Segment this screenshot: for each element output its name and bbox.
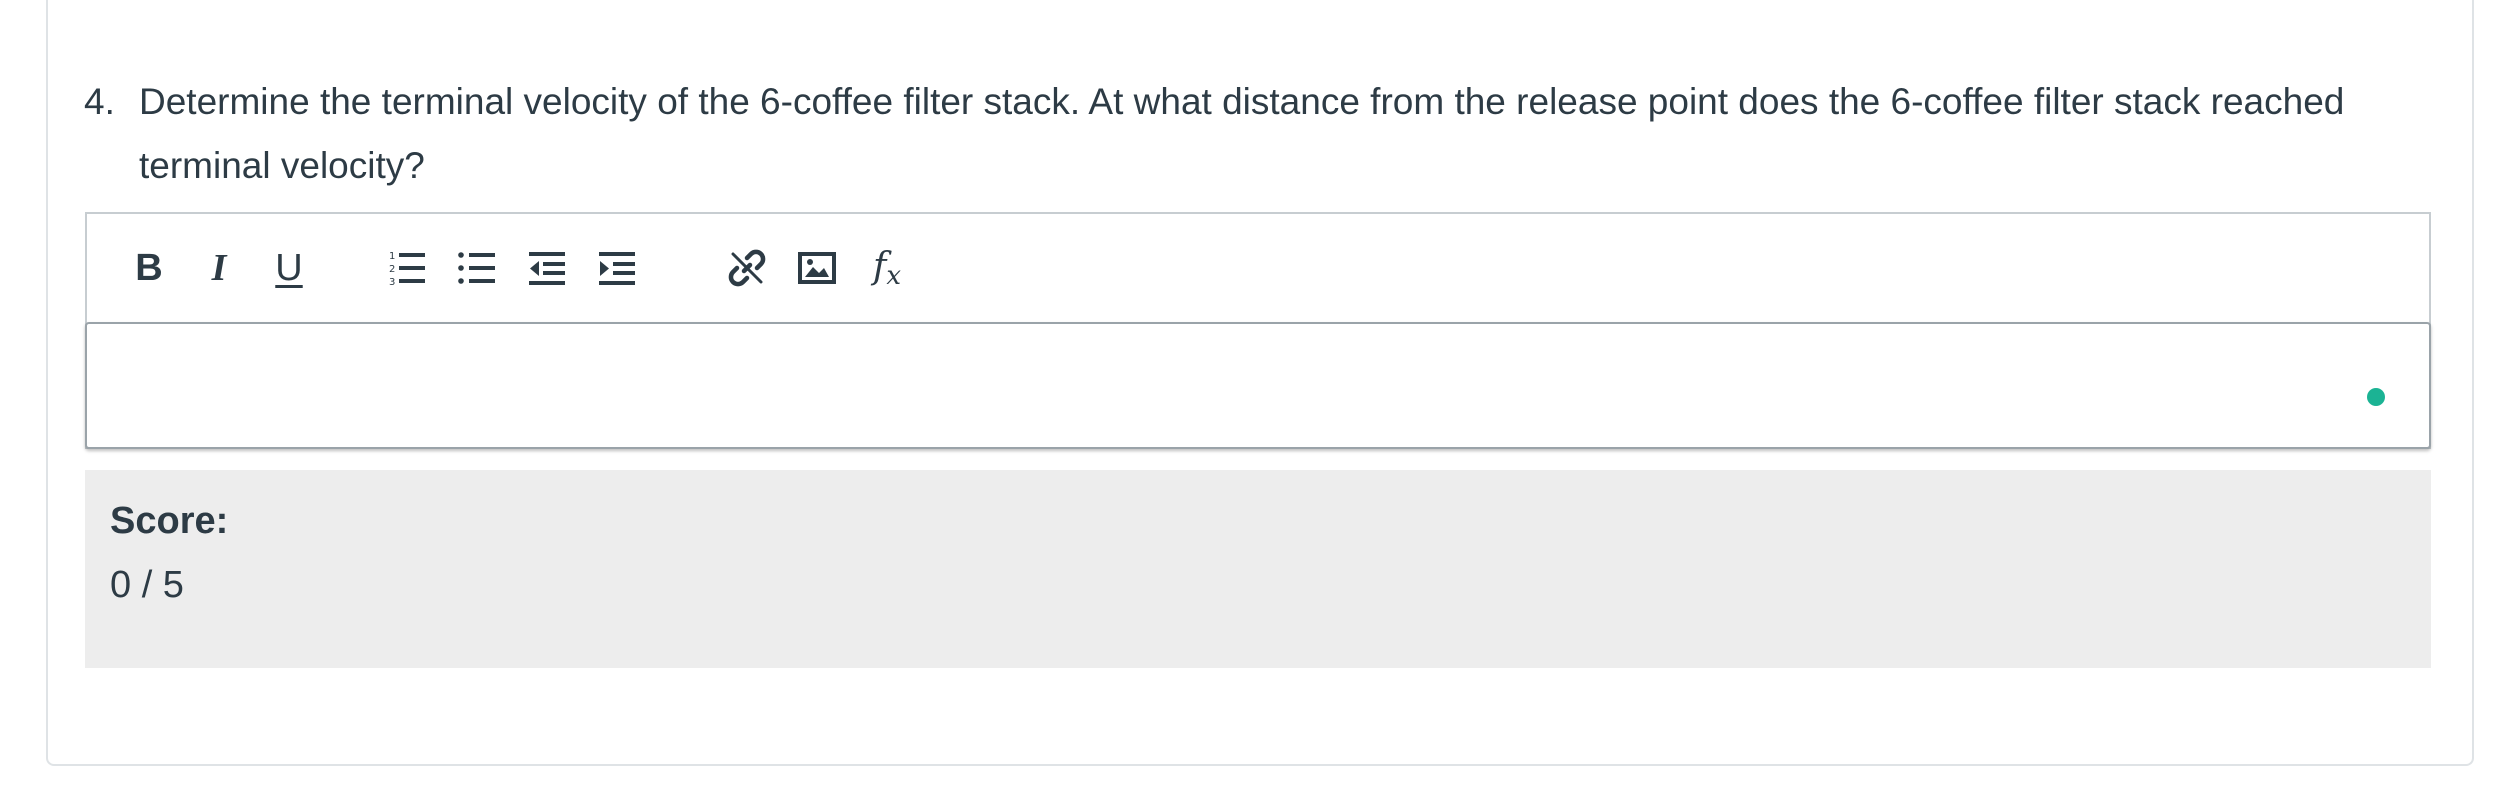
link-icon: [728, 249, 766, 287]
equation-button[interactable]: fx: [863, 244, 911, 292]
italic-icon: I: [211, 247, 227, 289]
answer-text-area[interactable]: [85, 322, 2431, 449]
indent-icon: [599, 252, 635, 285]
question-prompt: 4. Determine the terminal velocity of th…: [84, 70, 2424, 198]
ordered-list-button[interactable]: 1 2 3: [383, 244, 431, 292]
score-panel: Score: 0 / 5: [85, 470, 2431, 668]
question-number: 4.: [84, 81, 115, 122]
indent-button[interactable]: [593, 244, 641, 292]
rich-text-editor: B I U 1 2 3 fx: [85, 212, 2431, 449]
link-button[interactable]: [723, 244, 771, 292]
image-button[interactable]: [793, 244, 841, 292]
editor-toolbar: B I U 1 2 3 fx: [87, 214, 2429, 322]
bold-icon: B: [135, 247, 163, 289]
outdent-icon: [529, 252, 565, 285]
ordered-list-icon: 1 2 3: [389, 251, 425, 288]
outdent-button[interactable]: [523, 244, 571, 292]
italic-button[interactable]: I: [195, 244, 243, 292]
svg-text:2: 2: [389, 264, 395, 275]
svg-text:3: 3: [389, 277, 395, 288]
score-value: 0 / 5: [110, 564, 184, 606]
underline-icon: U: [275, 247, 303, 289]
svg-text:1: 1: [389, 251, 395, 262]
underline-button[interactable]: U: [265, 244, 313, 292]
editor-status-indicator: [2367, 388, 2385, 406]
question-text: Determine the terminal velocity of the 6…: [139, 81, 2345, 186]
unordered-list-icon: [458, 252, 495, 284]
unordered-list-button[interactable]: [453, 244, 501, 292]
score-label: Score:: [110, 500, 229, 542]
bold-button[interactable]: B: [125, 244, 173, 292]
equation-icon: fx: [873, 245, 901, 291]
image-icon: [798, 252, 836, 284]
